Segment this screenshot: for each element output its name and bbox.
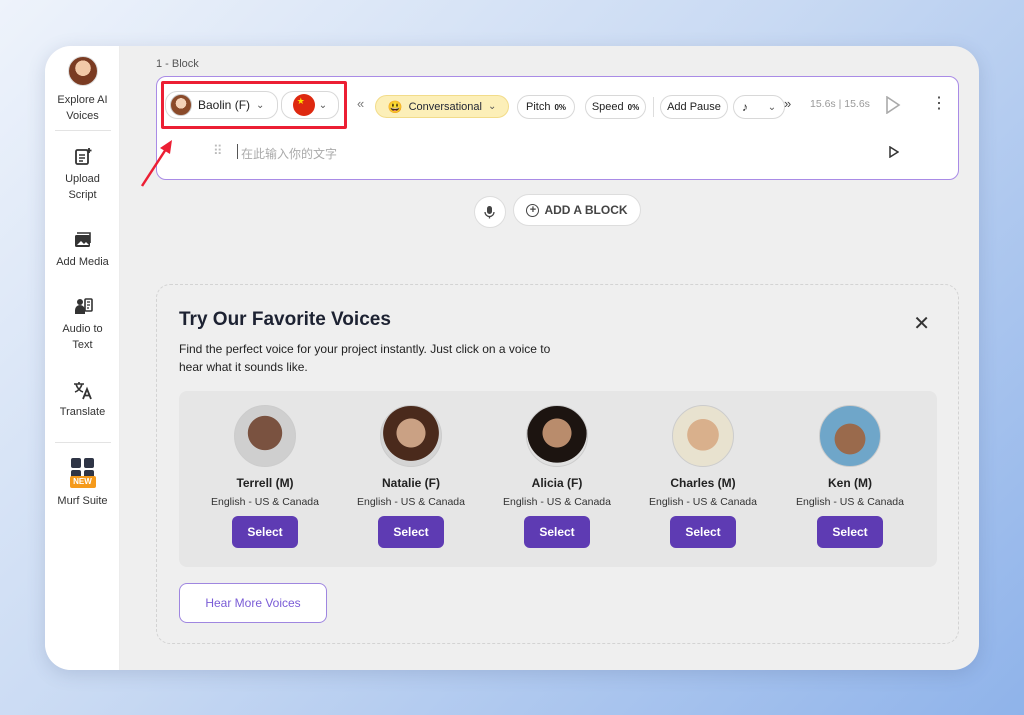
block-label: 1 - Block: [156, 58, 199, 70]
new-badge: NEW: [69, 476, 96, 488]
select-button[interactable]: Select: [817, 516, 883, 548]
voice-card-alicia[interactable]: Alicia (F) English - US & Canada Select: [497, 405, 617, 548]
block-text-input[interactable]: 在此输入你的文字: [241, 145, 337, 162]
voice-language: English - US & Canada: [503, 496, 611, 508]
translate-icon: [73, 382, 92, 400]
text-block: Baolin (F) ⌄ ⌄ « 😃 Conversational ⌄ Pitc…: [156, 76, 959, 180]
audio-to-text-icon: [74, 298, 93, 314]
sidebar-item-label: Upload: [65, 173, 100, 185]
voice-card-natalie[interactable]: Natalie (F) English - US & Canada Select: [351, 405, 471, 548]
expand-right-icon[interactable]: »: [784, 96, 791, 111]
speed-value: 0%: [627, 102, 640, 112]
sidebar-item-audio-to-text[interactable]: Audio to Text: [45, 296, 120, 353]
sidebar-item-label: Explore AI: [57, 94, 108, 106]
sidebar-item-label: Translate: [59, 406, 106, 418]
voice-avatar: [526, 405, 588, 467]
upload-script-icon: [74, 148, 91, 165]
add-media-icon: [74, 232, 91, 247]
voice-name: Charles (M): [670, 476, 736, 490]
voice-language: English - US & Canada: [649, 496, 757, 508]
voice-style-selector[interactable]: 😃 Conversational ⌄: [375, 95, 509, 118]
sidebar-item-explore-ai-voices[interactable]: Explore AI Voices: [45, 56, 120, 124]
add-pause-button[interactable]: Add Pause: [660, 95, 728, 119]
pitch-label: Pitch: [525, 101, 551, 113]
microphone-icon: [484, 206, 495, 219]
sidebar-item-translate[interactable]: Translate: [45, 379, 120, 420]
ai-voice-avatar: [67, 56, 98, 86]
sidebar-item-label: Script: [68, 189, 97, 201]
text-cursor: [237, 144, 238, 159]
emphasis-icon: ♪: [741, 100, 748, 114]
add-block-label: ADD A BLOCK: [544, 203, 628, 217]
annotation-arrow-icon: [140, 140, 172, 187]
sidebar-divider: [55, 442, 111, 443]
play-icon[interactable]: [885, 96, 901, 114]
voice-card-terrell[interactable]: Terrell (M) English - US & Canada Select: [205, 405, 325, 548]
sidebar-item-upload-script[interactable]: Upload Script: [45, 146, 120, 203]
favorite-voices-panel: Try Our Favorite Voices ✕ Find the perfe…: [156, 284, 959, 644]
app-window: Explore AI Voices Upload Script Add Medi…: [45, 46, 979, 670]
sidebar-item-label: Text: [72, 339, 93, 351]
voice-list: Terrell (M) English - US & Canada Select…: [179, 391, 937, 567]
add-pause-label: Add Pause: [667, 101, 721, 113]
select-button[interactable]: Select: [524, 516, 590, 548]
play-line-icon[interactable]: [889, 146, 899, 158]
panel-description: Find the perfect voice for your project …: [179, 342, 551, 374]
smiley-icon: 😃: [387, 99, 403, 114]
voice-name: Terrell (M): [236, 476, 294, 490]
chevron-down-icon: ⌄: [767, 101, 777, 113]
voice-avatar: [380, 405, 442, 467]
add-block-button[interactable]: + ADD A BLOCK: [513, 194, 641, 226]
emphasis-selector[interactable]: ♪ ⌄: [733, 95, 785, 119]
editor-main: 1 - Block Baolin (F) ⌄ ⌄ « 😃 Conversatio…: [120, 46, 979, 670]
voice-name: Ken (M): [828, 476, 872, 490]
plus-circle-icon: +: [526, 203, 540, 217]
voice-avatar: [672, 405, 734, 467]
highlight-box: [161, 81, 347, 129]
voice-card-charles[interactable]: Charles (M) English - US & Canada Select: [643, 405, 763, 548]
voice-name: Alicia (F): [531, 476, 583, 490]
voice-input-button[interactable]: [474, 196, 506, 228]
sidebar-item-label: Add Media: [56, 256, 109, 268]
speed-control[interactable]: Speed 0%: [585, 95, 646, 119]
sidebar-item-label: Murf Suite: [57, 495, 108, 507]
chevron-down-icon: ⌄: [487, 101, 497, 112]
voice-name: Natalie (F): [381, 476, 440, 490]
select-button[interactable]: Select: [232, 516, 298, 548]
duration-label: 15.6s | 15.6s: [810, 98, 870, 110]
close-icon[interactable]: ✕: [913, 311, 930, 336]
voice-language: English - US & Canada: [357, 496, 465, 508]
murf-suite-icon: NEW: [69, 458, 96, 490]
voice-language: English - US & Canada: [211, 496, 319, 508]
voice-language: English - US & Canada: [796, 496, 904, 508]
voice-avatar: [234, 405, 296, 467]
select-button[interactable]: Select: [670, 516, 736, 548]
speed-label: Speed: [591, 101, 624, 113]
voice-card-ken[interactable]: Ken (M) English - US & Canada Select: [790, 405, 910, 548]
collapse-left-icon[interactable]: «: [357, 96, 364, 111]
sidebar-item-murf-suite[interactable]: NEW Murf Suite: [45, 458, 120, 509]
toolbar-divider: [653, 97, 654, 117]
more-options-icon[interactable]: ⋮: [931, 93, 947, 113]
pitch-control[interactable]: Pitch 0%: [517, 95, 575, 119]
panel-title: Try Our Favorite Voices: [179, 309, 391, 330]
sidebar-item-label: Audio to: [62, 323, 103, 335]
pitch-value: 0%: [554, 102, 567, 112]
sidebar-divider: [55, 130, 111, 131]
drag-handle-icon[interactable]: ⠿: [213, 143, 223, 159]
hear-more-voices-button[interactable]: Hear More Voices: [179, 583, 327, 623]
sidebar: Explore AI Voices Upload Script Add Medi…: [45, 46, 120, 670]
voice-style-label: Conversational: [408, 100, 482, 113]
sidebar-item-label: Voices: [66, 110, 99, 122]
sidebar-item-add-media[interactable]: Add Media: [45, 229, 120, 270]
voice-avatar: [819, 405, 881, 467]
select-button[interactable]: Select: [378, 516, 444, 548]
